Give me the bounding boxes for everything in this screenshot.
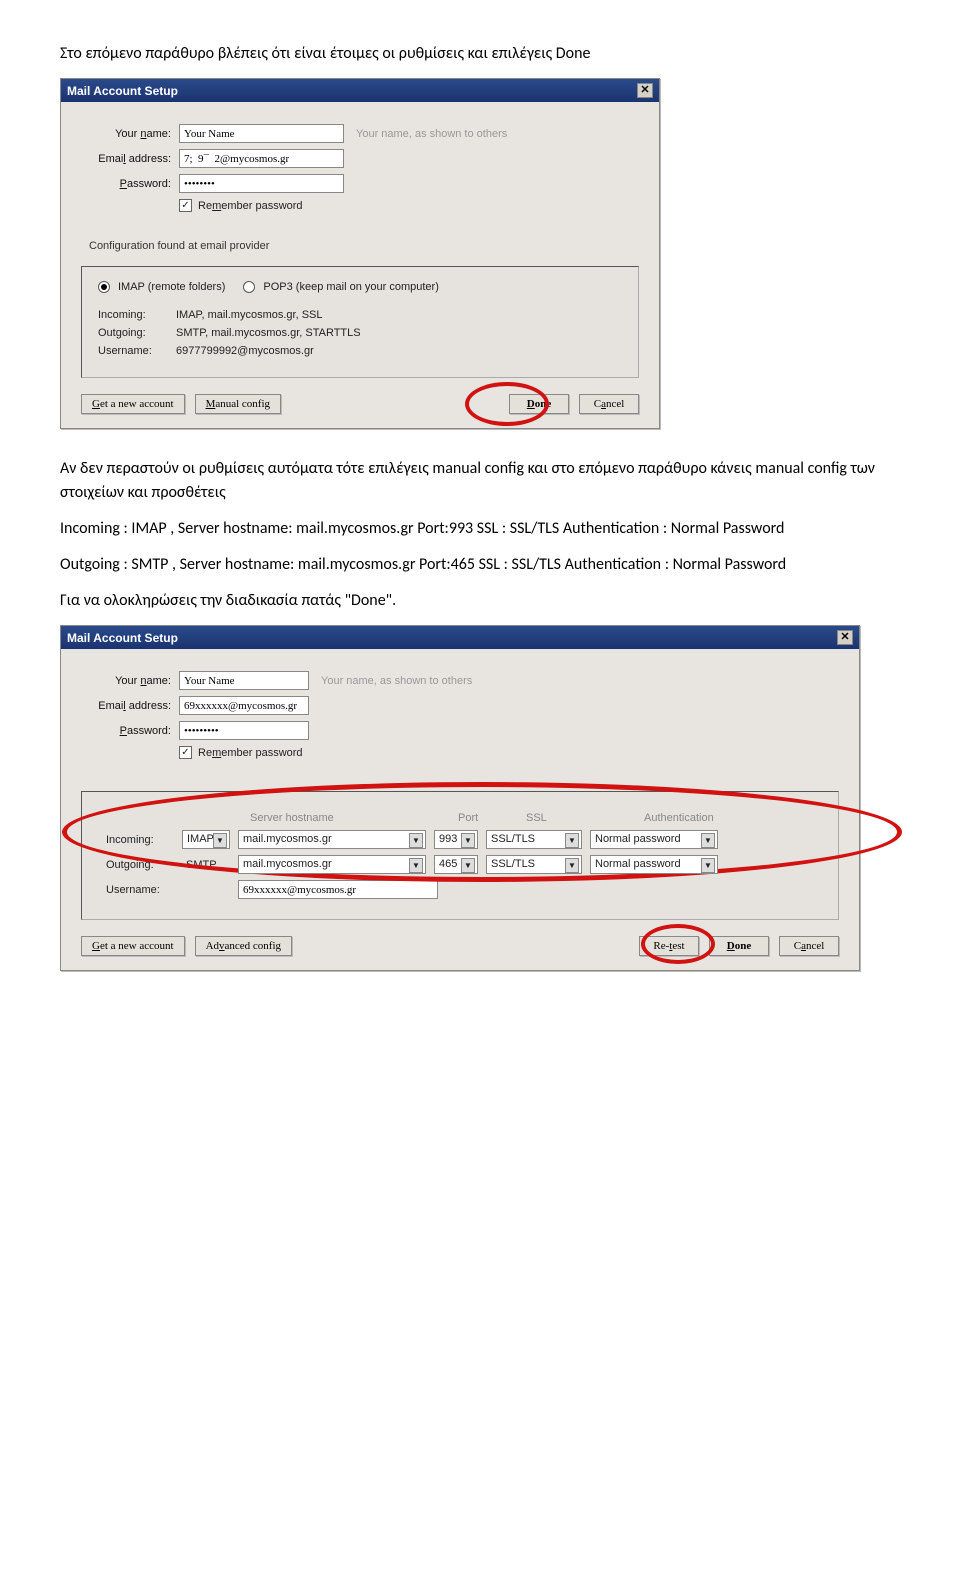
remember-password-checkbox[interactable]: ✓: [179, 746, 192, 759]
incoming-label: Incoming:: [98, 309, 176, 321]
incoming-auth-select[interactable]: Normal password: [590, 830, 718, 849]
email-label: Email address:: [81, 153, 171, 165]
config-panel: IMAP (remote folders) POP3 (keep mail on…: [81, 266, 639, 378]
email-label: Email address:: [81, 700, 171, 712]
outgoing-value: SMTP, mail.mycosmos.gr, STARTTLS: [176, 327, 361, 339]
password-label: Password:: [81, 725, 171, 737]
your-name-label: Your name:: [81, 128, 171, 140]
radio-checked-icon: [98, 281, 110, 293]
titlebar: Mail Account Setup ✕: [61, 79, 659, 102]
your-name-field[interactable]: [179, 124, 344, 143]
incoming-port-select[interactable]: 993: [434, 830, 478, 849]
mail-setup-dialog-1: Mail Account Setup ✕ Your name: Your nam…: [60, 78, 660, 429]
outgoing-host-select[interactable]: mail.mycosmos.gr: [238, 855, 426, 874]
outgoing-row-label: Outgoing:: [106, 859, 174, 871]
remember-password-label: Remember password: [198, 747, 303, 759]
cancel-button[interactable]: Cancel: [579, 394, 639, 414]
config-found-message: Configuration found at email provider: [89, 240, 639, 252]
outgoing-port-select[interactable]: 465: [434, 855, 478, 874]
get-new-account-button[interactable]: Get a new account: [81, 394, 185, 414]
auth-header: Authentication: [644, 812, 784, 824]
pop3-radio[interactable]: POP3 (keep mail on your computer): [243, 281, 438, 293]
server-header: Server hostname: [250, 812, 450, 824]
ssl-header: SSL: [526, 812, 636, 824]
done-button[interactable]: Done: [509, 394, 569, 414]
password-label: Password:: [81, 178, 171, 190]
paragraph-incoming: Incoming : IMAP , Server hostname: mail.…: [60, 517, 900, 541]
imap-radio[interactable]: IMAP (remote folders): [98, 281, 225, 293]
incoming-value: IMAP, mail.mycosmos.gr, SSL: [176, 309, 323, 321]
incoming-row-label: Incoming:: [106, 834, 174, 846]
retest-button[interactable]: Re-test: [639, 936, 699, 956]
dialog-title: Mail Account Setup: [67, 631, 178, 645]
email-field[interactable]: [179, 149, 344, 168]
username-value: 6977799992@mycosmos.gr: [176, 345, 314, 357]
password-field[interactable]: [179, 721, 309, 740]
cancel-button[interactable]: Cancel: [779, 936, 839, 956]
server-panel: Server hostname Port SSL Authentication …: [81, 791, 839, 920]
username-field[interactable]: [238, 880, 438, 899]
username-row-label: Username:: [106, 884, 174, 896]
your-name-hint: Your name, as shown to others: [321, 675, 472, 687]
close-icon[interactable]: ✕: [637, 83, 653, 98]
incoming-host-select[interactable]: mail.mycosmos.gr: [238, 830, 426, 849]
outgoing-label: Outgoing:: [98, 327, 176, 339]
your-name-label: Your name:: [81, 675, 171, 687]
remember-password-label: Remember password: [198, 200, 303, 212]
manual-config-button[interactable]: Manual config: [195, 394, 281, 414]
incoming-ssl-select[interactable]: SSL/TLS: [486, 830, 582, 849]
your-name-field[interactable]: [179, 671, 309, 690]
password-field[interactable]: [179, 174, 344, 193]
remember-password-checkbox[interactable]: ✓: [179, 199, 192, 212]
done-button[interactable]: Done: [709, 936, 769, 956]
mail-setup-dialog-2: Mail Account Setup ✕ Your name: Your nam…: [60, 625, 860, 971]
email-field[interactable]: [179, 696, 309, 715]
advanced-config-button[interactable]: Advanced config: [195, 936, 292, 956]
radio-unchecked-icon: [243, 281, 255, 293]
paragraph-done: Για να ολοκληρώσεις την διαδικασία πατάς…: [60, 589, 900, 613]
get-new-account-button[interactable]: Get a new account: [81, 936, 185, 956]
titlebar: Mail Account Setup ✕: [61, 626, 859, 649]
paragraph-outgoing: Outgoing : SMTP , Server hostname: mail.…: [60, 553, 900, 577]
paragraph-manual: Αν δεν περαστούν οι ρυθμίσεις αυτόματα τ…: [60, 457, 900, 505]
incoming-proto-select[interactable]: IMAP: [182, 830, 230, 849]
port-header: Port: [458, 812, 518, 824]
username-label: Username:: [98, 345, 176, 357]
intro-paragraph: Στο επόμενο παράθυρο βλέπεις ότι είναι έ…: [60, 42, 900, 66]
outgoing-auth-select[interactable]: Normal password: [590, 855, 718, 874]
outgoing-proto-text: SMTP: [182, 859, 230, 871]
dialog-title: Mail Account Setup: [67, 84, 178, 98]
your-name-hint: Your name, as shown to others: [356, 128, 507, 140]
close-icon[interactable]: ✕: [837, 630, 853, 645]
outgoing-ssl-select[interactable]: SSL/TLS: [486, 855, 582, 874]
